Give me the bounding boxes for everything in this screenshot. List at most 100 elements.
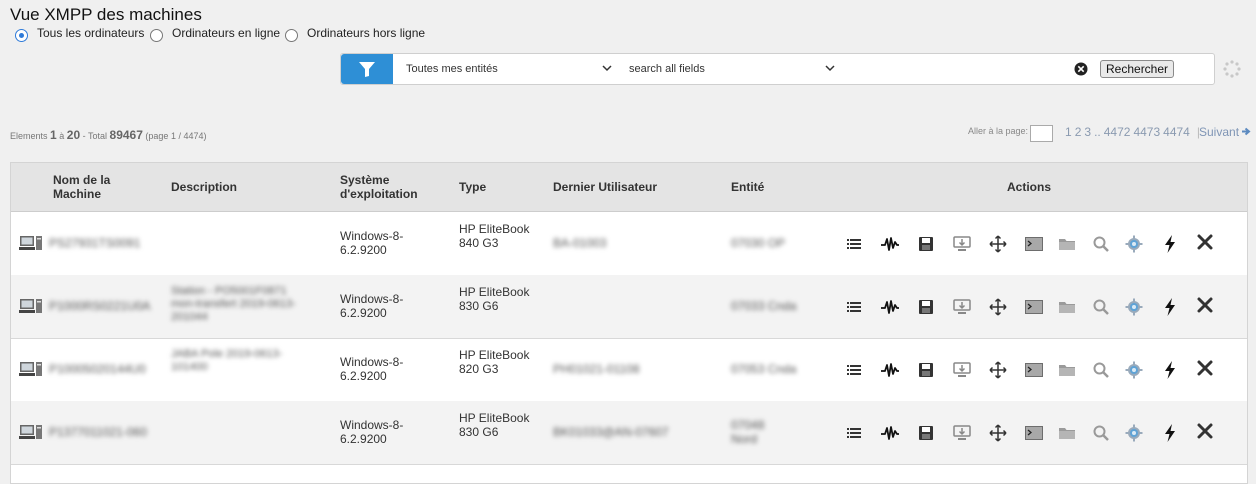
settings-gear-icon[interactable] [1124,234,1144,254]
radio-label: Ordinateurs hors ligne [307,26,426,40]
page-links: 1 2 3.. 4472 4473 4474 | [1065,125,1204,139]
machine-type: HP EliteBook 820 G3 [459,348,530,376]
page-link[interactable]: 3 [1084,125,1091,139]
goto-page-input[interactable] [1030,125,1053,142]
inventory-search-icon[interactable] [1091,297,1111,317]
move-icon[interactable] [988,360,1008,380]
table-row[interactable]: P1000RS0221U0A Station - PO5001F0871 mon-… [11,275,1247,339]
clear-search-icon[interactable] [1074,62,1088,76]
list-icon[interactable] [844,297,864,317]
table-row[interactable]: P1377011021-060 Windows-8-6.2.9200 HP Elit… [11,401,1247,465]
settings-gear-icon[interactable] [1124,423,1144,443]
terminal-icon[interactable] [1024,360,1044,380]
header-machine-name[interactable]: Nom de la Machine [21,173,131,201]
machine-os: Windows-8-6.2.9200 [340,229,404,257]
table-row[interactable]: P10005020144U0 JABA Pole 2019-0613-101400… [11,338,1247,402]
page-info: (page 1 / 4474) [145,131,207,141]
table-header: Nom de la Machine Description Système d'… [11,163,1247,212]
chevron-down-icon [602,65,612,72]
remote-desktop-icon[interactable] [952,234,972,254]
machine-name[interactable]: P1000RS0221U0A [49,299,169,313]
machine-description: Station - PO5001F0871 mon-transfert 2019… [171,285,296,323]
page-link[interactable]: 2 [1075,125,1082,139]
header-os[interactable]: Système d'exploitation [340,173,430,201]
list-icon[interactable] [844,234,864,254]
power-icon[interactable] [1160,423,1180,443]
machine-description: JABA Pole 2019-0613-101400 [171,348,283,373]
pulse-icon[interactable] [880,297,900,317]
header-entity[interactable]: Entité [731,180,764,194]
machine-os: Windows-8-6.2.9200 [340,418,404,446]
inventory-search-icon[interactable] [1091,423,1111,443]
power-icon[interactable] [1160,297,1180,317]
machine-name[interactable]: P10005020144U0 [49,362,169,376]
remote-desktop-icon[interactable] [952,423,972,443]
delete-icon[interactable] [1195,358,1215,378]
filter-icon [359,62,375,77]
save-icon[interactable] [916,423,936,443]
entity-select-value: Toutes mes entités [406,63,498,75]
save-icon[interactable] [916,297,936,317]
folder-icon[interactable] [1057,234,1077,254]
next-page-label: Suivant [1199,125,1240,139]
folder-icon[interactable] [1057,297,1077,317]
inventory-search-icon[interactable] [1091,234,1111,254]
pulse-icon[interactable] [880,360,900,380]
radio-indicator[interactable] [285,29,298,42]
terminal-icon[interactable] [1024,297,1044,317]
page-link[interactable]: 4472 [1104,125,1131,139]
elements-to: 20 [66,128,81,142]
arrow-right-icon [1242,127,1251,136]
machine-entity: 07030 OP [731,236,786,250]
page-link[interactable]: 4474 [1163,125,1190,139]
entity-select[interactable]: Toutes mes entités [406,54,616,84]
list-icon[interactable] [844,360,864,380]
search-input[interactable] [851,58,1066,80]
inventory-search-icon[interactable] [1091,360,1111,380]
folder-icon[interactable] [1057,423,1077,443]
machine-name[interactable]: P1377011021-060 [49,425,169,439]
move-icon[interactable] [988,297,1008,317]
last-user: PH01021-01108 [553,362,640,376]
computer-icon [19,236,42,250]
pulse-icon[interactable] [880,423,900,443]
page-title: Vue XMPP des machines [10,5,202,24]
header-type[interactable]: Type [459,180,486,194]
delete-icon[interactable] [1195,232,1215,252]
move-icon[interactable] [988,234,1008,254]
next-page-link[interactable]: Suivant [1199,125,1251,139]
save-icon[interactable] [916,360,936,380]
machine-name[interactable]: PS27931TS0091 [49,236,169,250]
page-ellipsis: .. [1094,125,1101,139]
elements-label: Elements [10,131,48,141]
terminal-icon[interactable] [1024,234,1044,254]
save-icon[interactable] [916,234,936,254]
remote-desktop-icon[interactable] [952,297,972,317]
field-select[interactable]: search all fields [629,54,839,84]
power-icon[interactable] [1160,234,1180,254]
total-count: 89467 [109,128,143,142]
move-icon[interactable] [988,423,1008,443]
filter-button[interactable] [341,54,393,84]
chevron-down-icon [825,65,835,72]
header-description[interactable]: Description [171,180,237,194]
page-link[interactable]: 4473 [1133,125,1160,139]
settings-gear-icon[interactable] [1124,297,1144,317]
table-row[interactable]: PS27931TS0091 Windows-8-6.2.9200 HP EliteB… [11,212,1247,276]
page-link[interactable]: 1 [1065,125,1072,139]
pulse-icon[interactable] [880,234,900,254]
settings-gear-icon[interactable] [1124,360,1144,380]
list-icon[interactable] [844,423,864,443]
header-last-user[interactable]: Dernier Utilisateur [553,180,657,194]
radio-selected-indicator[interactable] [15,29,28,42]
header-label: Nom de la Machine [53,173,111,201]
delete-icon[interactable] [1195,295,1215,315]
remote-desktop-icon[interactable] [952,360,972,380]
folder-icon[interactable] [1057,360,1077,380]
machine-os: Windows-8-6.2.9200 [340,355,404,383]
power-icon[interactable] [1160,360,1180,380]
terminal-icon[interactable] [1024,423,1044,443]
radio-indicator[interactable] [150,29,163,42]
search-button[interactable]: Rechercher [1100,60,1175,78]
delete-icon[interactable] [1195,421,1215,441]
